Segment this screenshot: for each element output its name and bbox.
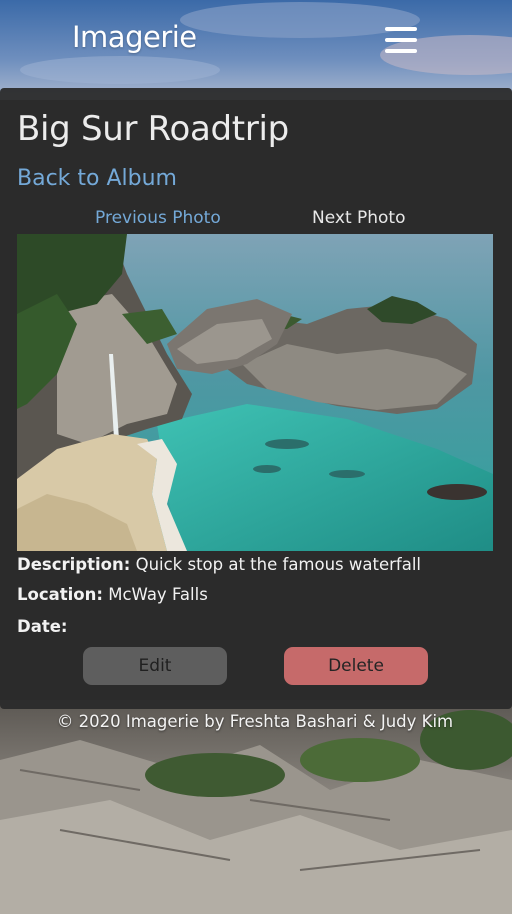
previous-photo-link[interactable]: Previous Photo [95, 208, 221, 228]
next-photo-link[interactable]: Next Photo [312, 208, 406, 228]
hamburger-menu-icon[interactable] [385, 27, 417, 53]
location-value: McWay Falls [108, 585, 208, 604]
delete-button[interactable]: Delete [284, 647, 428, 685]
description-label: Description: [17, 555, 131, 574]
page: Imagerie Big Sur Roadtrip Back to Album … [0, 0, 512, 914]
album-title: Big Sur Roadtrip [17, 109, 289, 149]
photo-card: Big Sur Roadtrip Back to Album Previous … [0, 88, 512, 709]
back-to-album-link[interactable]: Back to Album [17, 166, 177, 191]
edit-button[interactable]: Edit [83, 647, 227, 685]
location-row: Location: McWay Falls [17, 585, 208, 604]
date-row: Date: [17, 617, 68, 636]
location-label: Location: [17, 585, 103, 604]
brand-logo[interactable]: Imagerie [72, 20, 197, 54]
footer-copyright: © 2020 Imagerie by Freshta Bashari & Jud… [56, 712, 454, 731]
description-row: Description: Quick stop at the famous wa… [17, 555, 421, 574]
description-value: Quick stop at the famous waterfall [135, 555, 421, 574]
photo-image [17, 234, 493, 551]
top-navbar: Imagerie [0, 0, 512, 88]
date-label: Date: [17, 617, 68, 636]
